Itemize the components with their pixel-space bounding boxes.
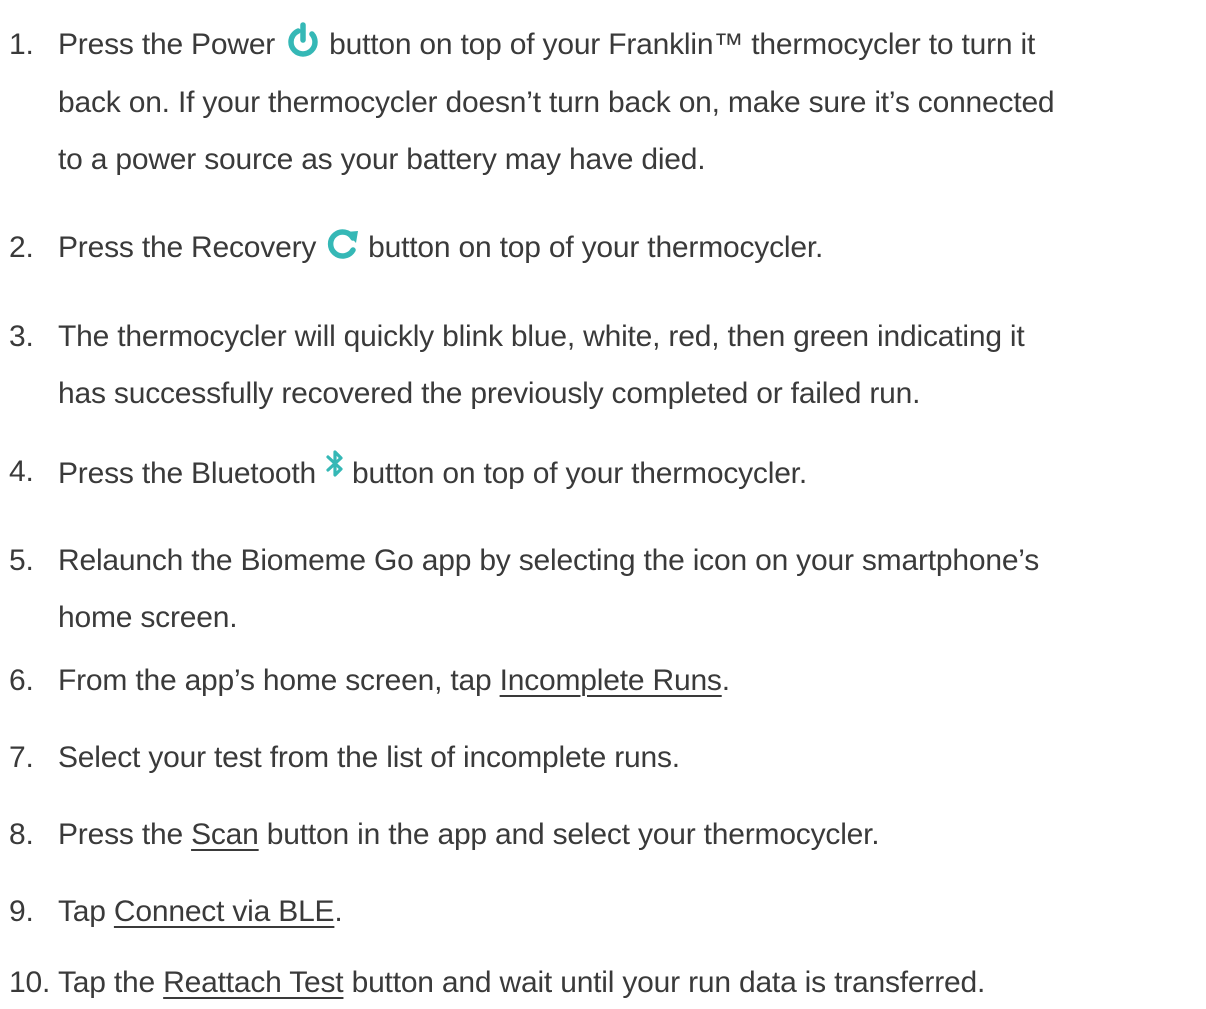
step-text: button in the app and select your thermo… xyxy=(258,818,880,851)
step-number: 2. xyxy=(9,231,34,264)
reattach-test-link[interactable]: Reattach Test xyxy=(163,966,343,999)
step-number: 8. xyxy=(9,818,34,851)
step-number: 5. xyxy=(9,544,34,577)
step-text: button on top of your thermocycler. xyxy=(368,231,824,264)
connect-via-ble-link[interactable]: Connect via BLE xyxy=(114,895,335,928)
step-line: Tap Connect via BLE. xyxy=(58,889,343,934)
step-text: . xyxy=(334,895,343,928)
step-number: 7. xyxy=(9,741,34,774)
step-text: button and wait until your run data is t… xyxy=(343,966,986,999)
step-line: has successfully recovered the previousl… xyxy=(58,377,921,410)
step-number: 6. xyxy=(9,664,34,697)
step-text: button on top of your Franklin™ thermocy… xyxy=(329,28,1036,61)
step-line: From the app’s home screen, tap Incomple… xyxy=(58,658,730,703)
bluetooth-icon xyxy=(324,449,346,479)
step-line: Press the Scan button in the app and sel… xyxy=(58,812,880,857)
step-text: Press the xyxy=(58,818,192,851)
step-line: Press the Recovery button on top of your … xyxy=(58,225,823,270)
step-text: button on top of your thermocycler. xyxy=(352,457,807,490)
step-text: Tap the xyxy=(58,966,164,999)
step-text: Press the Bluetooth xyxy=(58,457,317,490)
step-line: Press the Power button on top of your Fra… xyxy=(58,22,1035,67)
step-text: Press the Power xyxy=(58,28,276,61)
step-number: 10. xyxy=(9,966,51,999)
step-line: back on. If your thermocycler doesn’t tu… xyxy=(58,86,1055,119)
step-line: home screen. xyxy=(58,601,238,634)
step-line: Press the Bluetooth button on top of your… xyxy=(58,449,807,496)
incomplete-runs-link[interactable]: Incomplete Runs xyxy=(500,664,722,697)
recovery-icon xyxy=(326,227,360,261)
step-text: Press the Recovery xyxy=(58,231,317,264)
instruction-steps-list: 1. Press the Power button on top of your … xyxy=(0,0,1206,1009)
step-text: Tap xyxy=(58,895,114,928)
scan-link[interactable]: Scan xyxy=(191,818,259,851)
power-icon xyxy=(285,22,321,58)
step-number: 3. xyxy=(9,320,34,353)
step-text: From the app’s home screen, tap xyxy=(58,664,500,697)
step-line: Tap the Reattach Test button and wait un… xyxy=(58,960,985,1005)
step-number: 1. xyxy=(9,28,34,61)
step-line: to a power source as your battery may ha… xyxy=(58,143,706,176)
step-text: . xyxy=(721,664,730,697)
step-line: Select your test from the list of incomp… xyxy=(58,741,680,774)
step-number: 4. xyxy=(9,455,34,488)
step-line: Relaunch the Biomeme Go app by selecting… xyxy=(58,544,1040,577)
step-number: 9. xyxy=(9,895,34,928)
step-line: The thermocycler will quickly blink blue… xyxy=(58,320,1025,353)
